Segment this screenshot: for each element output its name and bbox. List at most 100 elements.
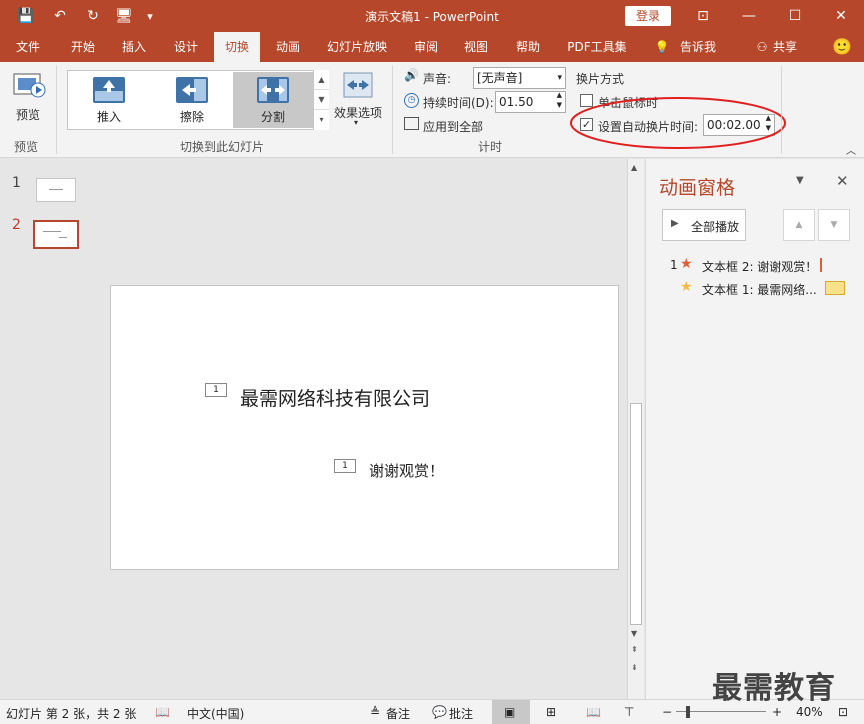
zoom-in-icon[interactable]: +: [772, 705, 782, 719]
animation-order-number: 1: [670, 258, 678, 272]
animation-pane: 动画窗格 ▼ ✕ ▶ 全部播放 ▲ ▼ 1 ★ 文本框 2: 谢谢观赏！ ★ 文…: [645, 159, 864, 699]
pane-close-icon[interactable]: ✕: [836, 172, 849, 190]
tab-home[interactable]: 开始: [60, 32, 106, 62]
language-indicator[interactable]: 中文(中国): [187, 705, 244, 722]
scroll-down-icon[interactable]: ▼: [631, 629, 637, 638]
group-divider: [392, 66, 393, 154]
scroll-thumb[interactable]: [630, 403, 642, 625]
thumb-number-2: 2: [12, 217, 21, 233]
notes-button[interactable]: 备注: [386, 705, 410, 722]
sound-label: 声音:: [423, 72, 452, 86]
animation-pane-title: 动画窗格: [659, 177, 736, 199]
tab-file[interactable]: 文件: [6, 32, 50, 62]
clock-icon: ◷: [404, 93, 419, 108]
share-button[interactable]: 共享: [770, 32, 800, 62]
duration-value: 01.50: [499, 95, 534, 109]
minimize-button[interactable]: —: [726, 0, 772, 32]
tab-slideshow[interactable]: 幻灯片放映: [320, 32, 394, 62]
transition-gallery: 推入 擦除 分割: [67, 70, 329, 130]
close-button[interactable]: ✕: [818, 0, 864, 32]
sound-value: [无声音]: [477, 71, 523, 85]
gallery-scroll[interactable]: ▲ ▼ ▾: [313, 70, 329, 130]
ribbon-tabs: 文件 开始 插入 设计 切换 动画 幻灯片放映 审阅 视图 帮助 PDF工具集 …: [0, 32, 864, 62]
preview-group-label: 预览: [14, 140, 39, 154]
transition-wipe-label: 擦除: [179, 110, 204, 124]
maximize-button[interactable]: ☐: [772, 0, 818, 32]
timeline-bar: [820, 258, 822, 272]
transition-split-label: 分割: [260, 110, 285, 124]
ribbon-display-options-icon[interactable]: ⊡: [680, 0, 726, 32]
fit-to-window-icon[interactable]: ⊡: [838, 705, 848, 719]
tell-me-search[interactable]: 告诉我: [676, 32, 720, 62]
gallery-up-icon[interactable]: ▲: [314, 70, 329, 90]
duration-input[interactable]: 01.50 ▲ ▼: [495, 91, 566, 113]
animation-list-item[interactable]: ★ 文本框 1: 最需网络...: [670, 279, 860, 300]
tab-review[interactable]: 审阅: [404, 32, 448, 62]
transition-push[interactable]: 推入: [69, 72, 149, 128]
zoom-out-icon[interactable]: −: [662, 705, 672, 719]
reading-view-icon[interactable]: 📖: [586, 705, 601, 719]
normal-view-icon: ▣: [504, 705, 516, 719]
group-divider: [56, 66, 57, 154]
tab-animations[interactable]: 动画: [266, 32, 310, 62]
slide-thumbnail-2[interactable]: [33, 220, 79, 249]
slide-title-text[interactable]: 最需网络科技有限公司: [240, 384, 430, 411]
gallery-down-icon[interactable]: ▼: [314, 90, 329, 110]
vertical-scrollbar[interactable]: ▲ ▼ ⇞ ⇟: [627, 159, 644, 699]
slide-thanks-text[interactable]: 谢谢观赏！: [369, 460, 444, 481]
tab-insert[interactable]: 插入: [112, 32, 156, 62]
move-down-button[interactable]: ▼: [818, 209, 850, 241]
animation-tag-1[interactable]: 1: [205, 383, 227, 397]
tab-pdf-tools[interactable]: PDF工具集: [560, 32, 634, 62]
pane-options-icon[interactable]: ▼: [796, 175, 804, 186]
notes-icon: ≜: [370, 705, 381, 719]
slide-canvas[interactable]: 1 最需网络科技有限公司 1 谢谢观赏！: [110, 285, 619, 570]
comments-icon: 💬: [432, 705, 447, 719]
slide-sorter-icon[interactable]: ⊞: [546, 705, 556, 719]
login-button[interactable]: 登录: [625, 6, 671, 26]
apply-all-icon: [404, 117, 419, 130]
tab-help[interactable]: 帮助: [506, 32, 550, 62]
animation-list-item[interactable]: 1 ★ 文本框 2: 谢谢观赏！: [670, 256, 860, 277]
tab-transitions[interactable]: 切换: [214, 32, 260, 62]
slide-thumbnail-1[interactable]: [36, 178, 76, 202]
share-person-icon: ⚇: [756, 40, 768, 54]
scroll-up-icon[interactable]: ▲: [631, 163, 637, 172]
sound-select[interactable]: [无声音] ▾: [473, 67, 566, 89]
tab-view[interactable]: 视图: [454, 32, 498, 62]
animation-tag-2[interactable]: 1: [334, 459, 356, 473]
transition-wipe[interactable]: 擦除: [152, 72, 232, 128]
apply-all-button[interactable]: 应用到全部: [423, 118, 483, 135]
wipe-transition-icon: [176, 77, 208, 103]
entrance-star-icon: ★: [680, 279, 693, 295]
highlight-ellipse: [570, 97, 786, 149]
push-transition-icon: [93, 77, 125, 103]
transition-split[interactable]: 分割: [233, 72, 313, 128]
spinner-icon[interactable]: ▲ ▼: [557, 90, 562, 110]
animation-item-label: 文本框 2: 谢谢观赏！: [702, 260, 818, 274]
play-all-button[interactable]: ▶ 全部播放: [662, 209, 746, 241]
chevron-down-icon: ▾: [354, 118, 359, 127]
duration-label: 持续时间(D):: [423, 96, 494, 110]
zoom-slider-thumb[interactable]: [686, 706, 690, 718]
comments-button[interactable]: 批注: [449, 705, 473, 722]
zoom-level[interactable]: 40%: [796, 705, 823, 719]
slide-thumbnails: 1 2: [0, 159, 98, 699]
split-transition-icon: [257, 77, 289, 103]
transition-push-label: 推入: [96, 110, 121, 124]
next-slide-icon[interactable]: ⇟: [631, 663, 638, 672]
tab-design[interactable]: 设计: [164, 32, 208, 62]
smiley-feedback-icon[interactable]: 🙂: [830, 32, 854, 62]
move-up-button[interactable]: ▲: [783, 209, 815, 241]
spellcheck-icon[interactable]: 📖: [155, 705, 170, 719]
chevron-down-icon: ▾: [557, 73, 562, 83]
prev-slide-icon[interactable]: ⇞: [631, 645, 638, 654]
effect-options-button[interactable]: 效果选项 ▾: [332, 68, 384, 132]
group-divider: [781, 66, 782, 154]
slide-count: 幻灯片 第 2 张，共 2 张: [6, 707, 137, 721]
slideshow-view-icon[interactable]: ⊤: [624, 705, 634, 719]
ribbon: 预览 预览 推入 擦除 分割 ▲ ▼ ▾ 效果选项 ▾ 切换到此幻灯片 🔊 声音…: [0, 62, 864, 158]
collapse-ribbon-icon[interactable]: ︿: [846, 142, 856, 157]
gallery-more-icon[interactable]: ▾: [314, 110, 329, 130]
preview-button[interactable]: 预览: [8, 66, 50, 126]
